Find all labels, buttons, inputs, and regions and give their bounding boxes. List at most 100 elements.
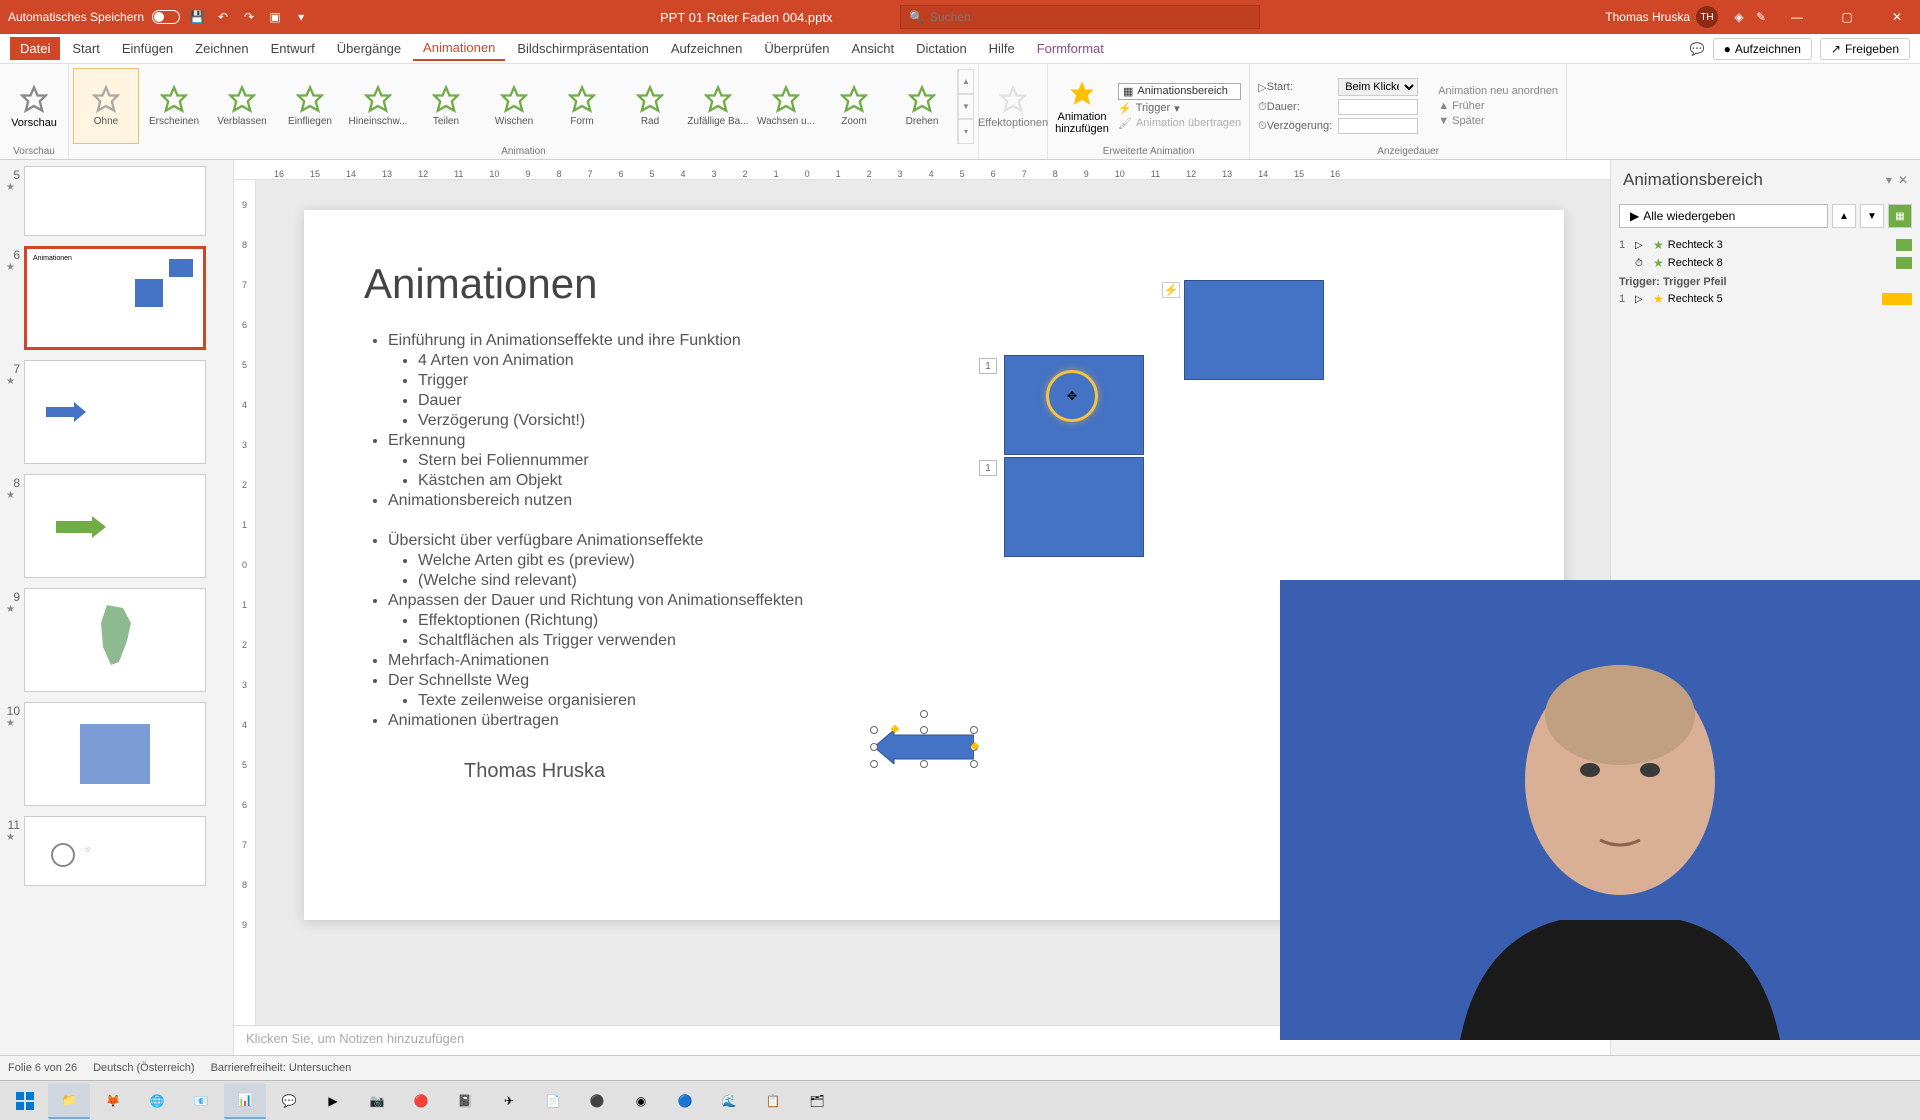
thumb-10[interactable] (24, 702, 206, 806)
anim-grow[interactable]: Wachsen u... (753, 68, 819, 144)
search-box[interactable]: 🔍 (900, 5, 1260, 29)
play-all-button[interactable]: ▶ Alle wiedergeben (1619, 204, 1828, 228)
outlook-icon[interactable]: 📧 (180, 1083, 222, 1119)
shape-rechteck-5[interactable] (1184, 280, 1324, 380)
app-icon-6[interactable]: 🔵 (664, 1083, 706, 1119)
status-language[interactable]: Deutsch (Österreich) (93, 1062, 194, 1074)
anim-tag-2[interactable]: 1 (979, 460, 997, 476)
anim-spin[interactable]: Drehen (889, 68, 955, 144)
app-icon-3[interactable]: 🔴 (400, 1083, 442, 1119)
thumb-11[interactable]: ♡ (24, 816, 206, 886)
undo-icon[interactable]: ↶ (214, 8, 232, 26)
chrome-icon[interactable]: 🌐 (136, 1083, 178, 1119)
app-icon-5[interactable]: ◉ (620, 1083, 662, 1119)
anim-random[interactable]: Zufällige Ba... (685, 68, 751, 144)
move-earlier[interactable]: ▲ Früher (1438, 100, 1558, 112)
slide-title[interactable]: Animationen (364, 260, 1504, 308)
delay-input[interactable] (1338, 118, 1418, 134)
anim-entry-1[interactable]: 1▷★Rechteck 3 (1619, 236, 1912, 254)
anim-shape[interactable]: Form (549, 68, 615, 144)
trigger-tag-icon[interactable]: ⚡ (1162, 282, 1180, 298)
tab-datei[interactable]: Datei (10, 37, 60, 60)
add-animation-button[interactable]: Animation hinzufügen (1052, 70, 1112, 142)
animation-pane-toggle[interactable]: ▦ Animationsbereich (1118, 83, 1241, 100)
app-icon-1[interactable]: 💬 (268, 1083, 310, 1119)
pen-icon[interactable]: ✎ (1752, 8, 1770, 26)
tab-aufzeichnen[interactable]: Aufzeichnen (661, 37, 753, 60)
thumb-7[interactable] (24, 360, 206, 464)
anim-entry-2[interactable]: ⏱★Rechteck 8 (1619, 254, 1912, 272)
obs-icon[interactable]: ⚫ (576, 1083, 618, 1119)
powerpoint-icon[interactable]: 📊 (224, 1083, 266, 1119)
save-icon[interactable]: 💾 (188, 8, 206, 26)
anim-appear[interactable]: Erscheinen (141, 68, 207, 144)
app-icon-4[interactable]: 📄 (532, 1083, 574, 1119)
pane-extra-button[interactable]: ▦ (1888, 204, 1912, 228)
share-button[interactable]: ↗ Freigeben (1820, 38, 1910, 60)
tab-start[interactable]: Start (62, 37, 109, 60)
user-account[interactable]: Thomas Hruska TH (1597, 6, 1726, 28)
anim-tag-1[interactable]: 1 (979, 358, 997, 374)
tab-animationen[interactable]: Animationen (413, 36, 505, 61)
anim-flyin[interactable]: Einfliegen (277, 68, 343, 144)
thumb-5[interactable] (24, 166, 206, 236)
pane-close-icon[interactable]: ✕ (1898, 173, 1908, 187)
start-select[interactable]: Beim Klicken (1338, 78, 1418, 96)
move-up-button[interactable]: ▲ (1832, 204, 1856, 228)
anim-wipe[interactable]: Wischen (481, 68, 547, 144)
redo-icon[interactable]: ↷ (240, 8, 258, 26)
anim-wheel[interactable]: Rad (617, 68, 683, 144)
thumb-9[interactable] (24, 588, 206, 692)
firefox-icon[interactable]: 🦊 (92, 1083, 134, 1119)
slideshow-icon[interactable]: ▣ (266, 8, 284, 26)
selected-arrow-shape[interactable] (874, 730, 974, 764)
maximize-button[interactable]: ▢ (1824, 0, 1870, 34)
tab-uebergaenge[interactable]: Übergänge (327, 37, 411, 60)
telegram-icon[interactable]: ✈ (488, 1083, 530, 1119)
tab-einfuegen[interactable]: Einfügen (112, 37, 183, 60)
gallery-nav[interactable]: ▲▼▾ (957, 69, 974, 144)
app-icon-8[interactable]: 🗂 (796, 1083, 838, 1119)
pane-dropdown-icon[interactable]: ▾ (1886, 173, 1892, 187)
anim-none[interactable]: Ohne (73, 68, 139, 144)
anim-zoom[interactable]: Zoom (821, 68, 887, 144)
app-icon-7[interactable]: 📋 (752, 1083, 794, 1119)
tab-entwurf[interactable]: Entwurf (261, 37, 325, 60)
anim-split[interactable]: Teilen (413, 68, 479, 144)
trigger-dropdown[interactable]: ⚡ Trigger ▾ (1118, 102, 1241, 115)
record-button[interactable]: ● Aufzeichnen (1713, 38, 1812, 60)
comments-icon[interactable]: 💬 (1690, 42, 1705, 56)
slide-thumbnail-panel[interactable]: 5★ 6★Animationen 7★ 8★ 9★ 10★ 11★♡ (0, 160, 234, 1055)
status-accessibility[interactable]: Barrierefreiheit: Untersuchen (211, 1062, 352, 1074)
start-button[interactable] (4, 1083, 46, 1119)
tab-ansicht[interactable]: Ansicht (841, 37, 904, 60)
onenote-icon[interactable]: 📓 (444, 1083, 486, 1119)
autosave-toggle[interactable] (152, 10, 180, 24)
tab-dictation[interactable]: Dictation (906, 37, 977, 60)
move-down-button[interactable]: ▼ (1860, 204, 1884, 228)
vlc-icon[interactable]: ▶ (312, 1083, 354, 1119)
preview-button[interactable]: Vorschau (4, 70, 64, 142)
anim-entry-trigger-1[interactable]: 1▷★Rechteck 5 (1619, 290, 1912, 308)
edge-icon[interactable]: 🌊 (708, 1083, 750, 1119)
thumb-6[interactable]: Animationen (24, 246, 206, 350)
shape-rechteck-8[interactable] (1004, 457, 1144, 557)
move-later[interactable]: ▼ Später (1438, 115, 1558, 127)
close-button[interactable]: ✕ (1874, 0, 1920, 34)
tab-ueberpruefen[interactable]: Überprüfen (754, 37, 839, 60)
tab-zeichnen[interactable]: Zeichnen (185, 37, 258, 60)
duration-input[interactable] (1338, 99, 1418, 115)
effect-options-button[interactable]: Effektoptionen (983, 70, 1043, 142)
tab-formformat[interactable]: Formformat (1027, 37, 1114, 60)
thumb-8[interactable] (24, 474, 206, 578)
tab-hilfe[interactable]: Hilfe (979, 37, 1025, 60)
tab-bildschirm[interactable]: Bildschirmpräsentation (507, 37, 659, 60)
anim-floatin[interactable]: Hineinschw... (345, 68, 411, 144)
more-icon[interactable]: ▾ (292, 8, 310, 26)
minimize-button[interactable]: — (1774, 0, 1820, 34)
diamond-icon[interactable]: ◈ (1730, 8, 1748, 26)
app-icon-2[interactable]: 📷 (356, 1083, 398, 1119)
animation-painter[interactable]: 🖌 Animation übertragen (1118, 117, 1241, 130)
search-input[interactable] (930, 10, 1251, 24)
anim-fade[interactable]: Verblassen (209, 68, 275, 144)
